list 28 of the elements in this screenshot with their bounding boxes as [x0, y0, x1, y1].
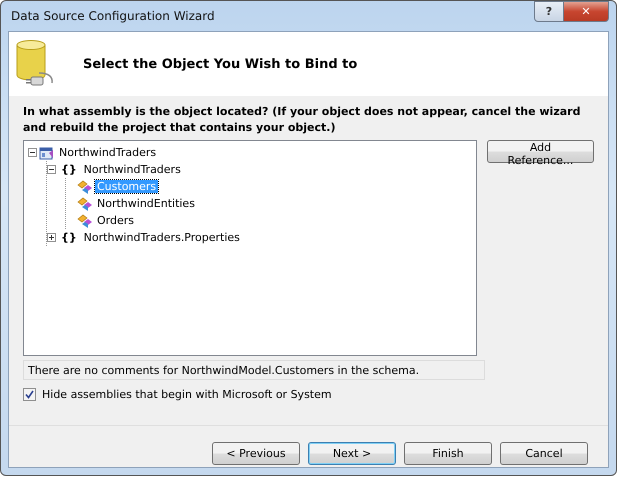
help-button[interactable]: ?: [534, 1, 564, 22]
namespace-icon: {}: [58, 231, 80, 244]
object-tree[interactable]: NorthwindTraders {} NorthwindTraders Customers NorthwindEntities Orders {} NorthwindTraders.Properties: [23, 140, 477, 356]
wizard-button[interactable]: Finish: [404, 442, 492, 465]
collapse-icon[interactable]: [28, 148, 37, 157]
window-title: Data Source Configuration Wizard: [10, 9, 216, 23]
page-title: Select the Object You Wish to Bind to: [83, 56, 358, 72]
wizard-button[interactable]: Cancel: [500, 442, 588, 465]
add-reference-button[interactable]: Add Reference...: [486, 140, 594, 163]
close-button[interactable]: ✕: [564, 1, 609, 22]
expand-icon[interactable]: [47, 233, 56, 242]
wizard-button[interactable]: < Previous: [212, 442, 300, 465]
tree-item[interactable]: NorthwindTraders: [82, 163, 183, 176]
tree-item[interactable]: Orders: [95, 214, 136, 227]
assembly-icon: [39, 144, 55, 160]
checkbox[interactable]: [23, 388, 36, 401]
class-icon: [77, 212, 93, 228]
tree-item[interactable]: NorthwindTraders: [57, 146, 158, 159]
class-icon: [77, 196, 93, 212]
wizard-button[interactable]: Next >: [308, 442, 396, 465]
class-icon: [77, 178, 93, 194]
instruction-text: In what assembly is the object located? (If your object does not appear, cancel the wizard and rebuild the project that contains your object.): [23, 104, 582, 136]
comment-text: There are no comments for NorthwindModel.Customers in the schema.: [23, 360, 485, 380]
checkbox-label: Hide assemblies that begin with Microsoft or System: [42, 388, 332, 401]
tree-item[interactable]: NorthwindTraders.Properties: [82, 231, 242, 244]
tree-item[interactable]: NorthwindEntities: [95, 197, 197, 210]
collapse-icon[interactable]: [47, 165, 56, 174]
namespace-icon: {}: [58, 163, 80, 176]
